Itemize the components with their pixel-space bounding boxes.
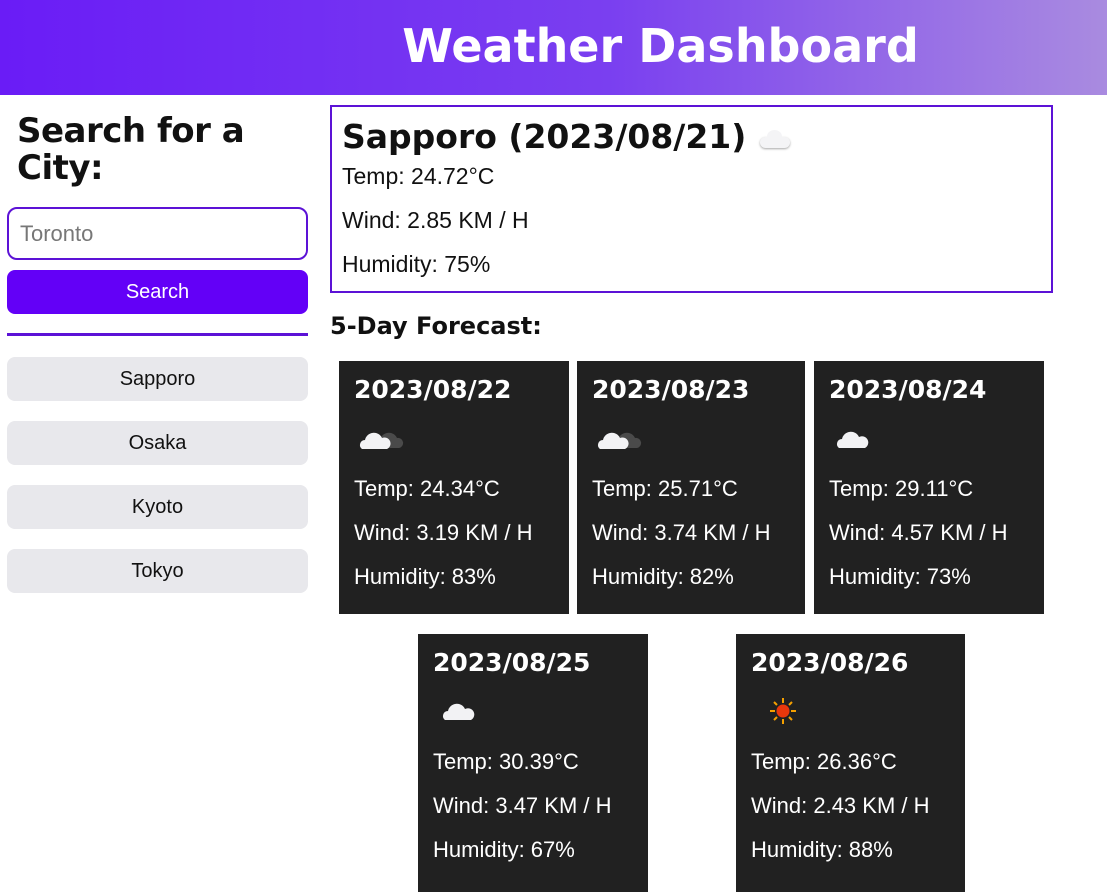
city-search-input[interactable] <box>7 207 308 260</box>
forecast-heading: 5-Day Forecast: <box>330 312 542 340</box>
partly-cloudy-icon <box>360 432 404 449</box>
forecast-temp: Temp: 26.36°C <box>751 749 897 774</box>
forecast-humidity: Humidity: 88% <box>751 837 893 862</box>
current-humidity: Humidity: 75% <box>342 251 491 277</box>
forecast-date: 2023/08/22 <box>354 375 512 404</box>
forecast-card: 2023/08/25 Temp: 30.39°C Wind: 3.47 KM /… <box>418 634 648 892</box>
forecast-temp: Temp: 25.71°C <box>592 476 738 501</box>
forecast-date: 2023/08/26 <box>751 648 909 677</box>
search-heading: Search for a City: <box>17 111 245 188</box>
history-button-kyoto[interactable]: Kyoto <box>7 485 308 529</box>
forecast-humidity: Humidity: 67% <box>433 837 575 862</box>
forecast-humidity: Humidity: 73% <box>829 564 971 589</box>
history-button-sapporo[interactable]: Sapporo <box>7 357 308 401</box>
partly-cloudy-icon <box>598 432 642 449</box>
cloud-icon <box>443 703 475 720</box>
header-bar: Weather Dashboard <box>0 0 1107 95</box>
forecast-card: 2023/08/24 Temp: 29.11°C Wind: 4.57 KM /… <box>814 361 1044 614</box>
forecast-humidity: Humidity: 82% <box>592 564 734 589</box>
sun-icon <box>770 698 796 724</box>
search-button[interactable]: Search <box>7 270 308 314</box>
forecast-card: 2023/08/26 Temp: 26.36°C Wind: 2.43 KM /… <box>736 634 965 892</box>
forecast-wind: Wind: 3.47 KM / H <box>433 793 612 818</box>
forecast-humidity: Humidity: 83% <box>354 564 496 589</box>
forecast-date: 2023/08/23 <box>592 375 750 404</box>
history-button-tokyo[interactable]: Tokyo <box>7 549 308 593</box>
forecast-wind: Wind: 3.19 KM / H <box>354 520 533 545</box>
current-weather-panel: Sapporo (2023/08/21) Temp: 24.72°C Wind:… <box>330 105 1053 293</box>
forecast-wind: Wind: 3.74 KM / H <box>592 520 771 545</box>
forecast-card: 2023/08/23 Temp: 25.71°C Wind: 3.74 KM /… <box>577 361 805 614</box>
forecast-wind: Wind: 4.57 KM / H <box>829 520 1008 545</box>
current-wind: Wind: 2.85 KM / H <box>342 207 529 233</box>
forecast-wind: Wind: 2.43 KM / H <box>751 793 930 818</box>
history-button-osaka[interactable]: Osaka <box>7 421 308 465</box>
forecast-temp: Temp: 29.11°C <box>829 476 974 501</box>
current-temp: Temp: 24.72°C <box>342 163 495 189</box>
forecast-card: 2023/08/22 Temp: 24.34°C Wind: 3.19 KM /… <box>339 361 569 614</box>
forecast-date: 2023/08/25 <box>433 648 591 677</box>
forecast-temp: Temp: 30.39°C <box>433 749 579 774</box>
forecast-date: 2023/08/24 <box>829 375 987 404</box>
current-weather-title: Sapporo (2023/08/21) <box>342 117 791 156</box>
forecast-temp: Temp: 24.34°C <box>354 476 500 501</box>
cloud-icon <box>756 129 791 148</box>
sidebar-divider <box>7 333 308 336</box>
cloud-icon <box>837 431 869 448</box>
page-title: Weather Dashboard <box>402 19 919 73</box>
